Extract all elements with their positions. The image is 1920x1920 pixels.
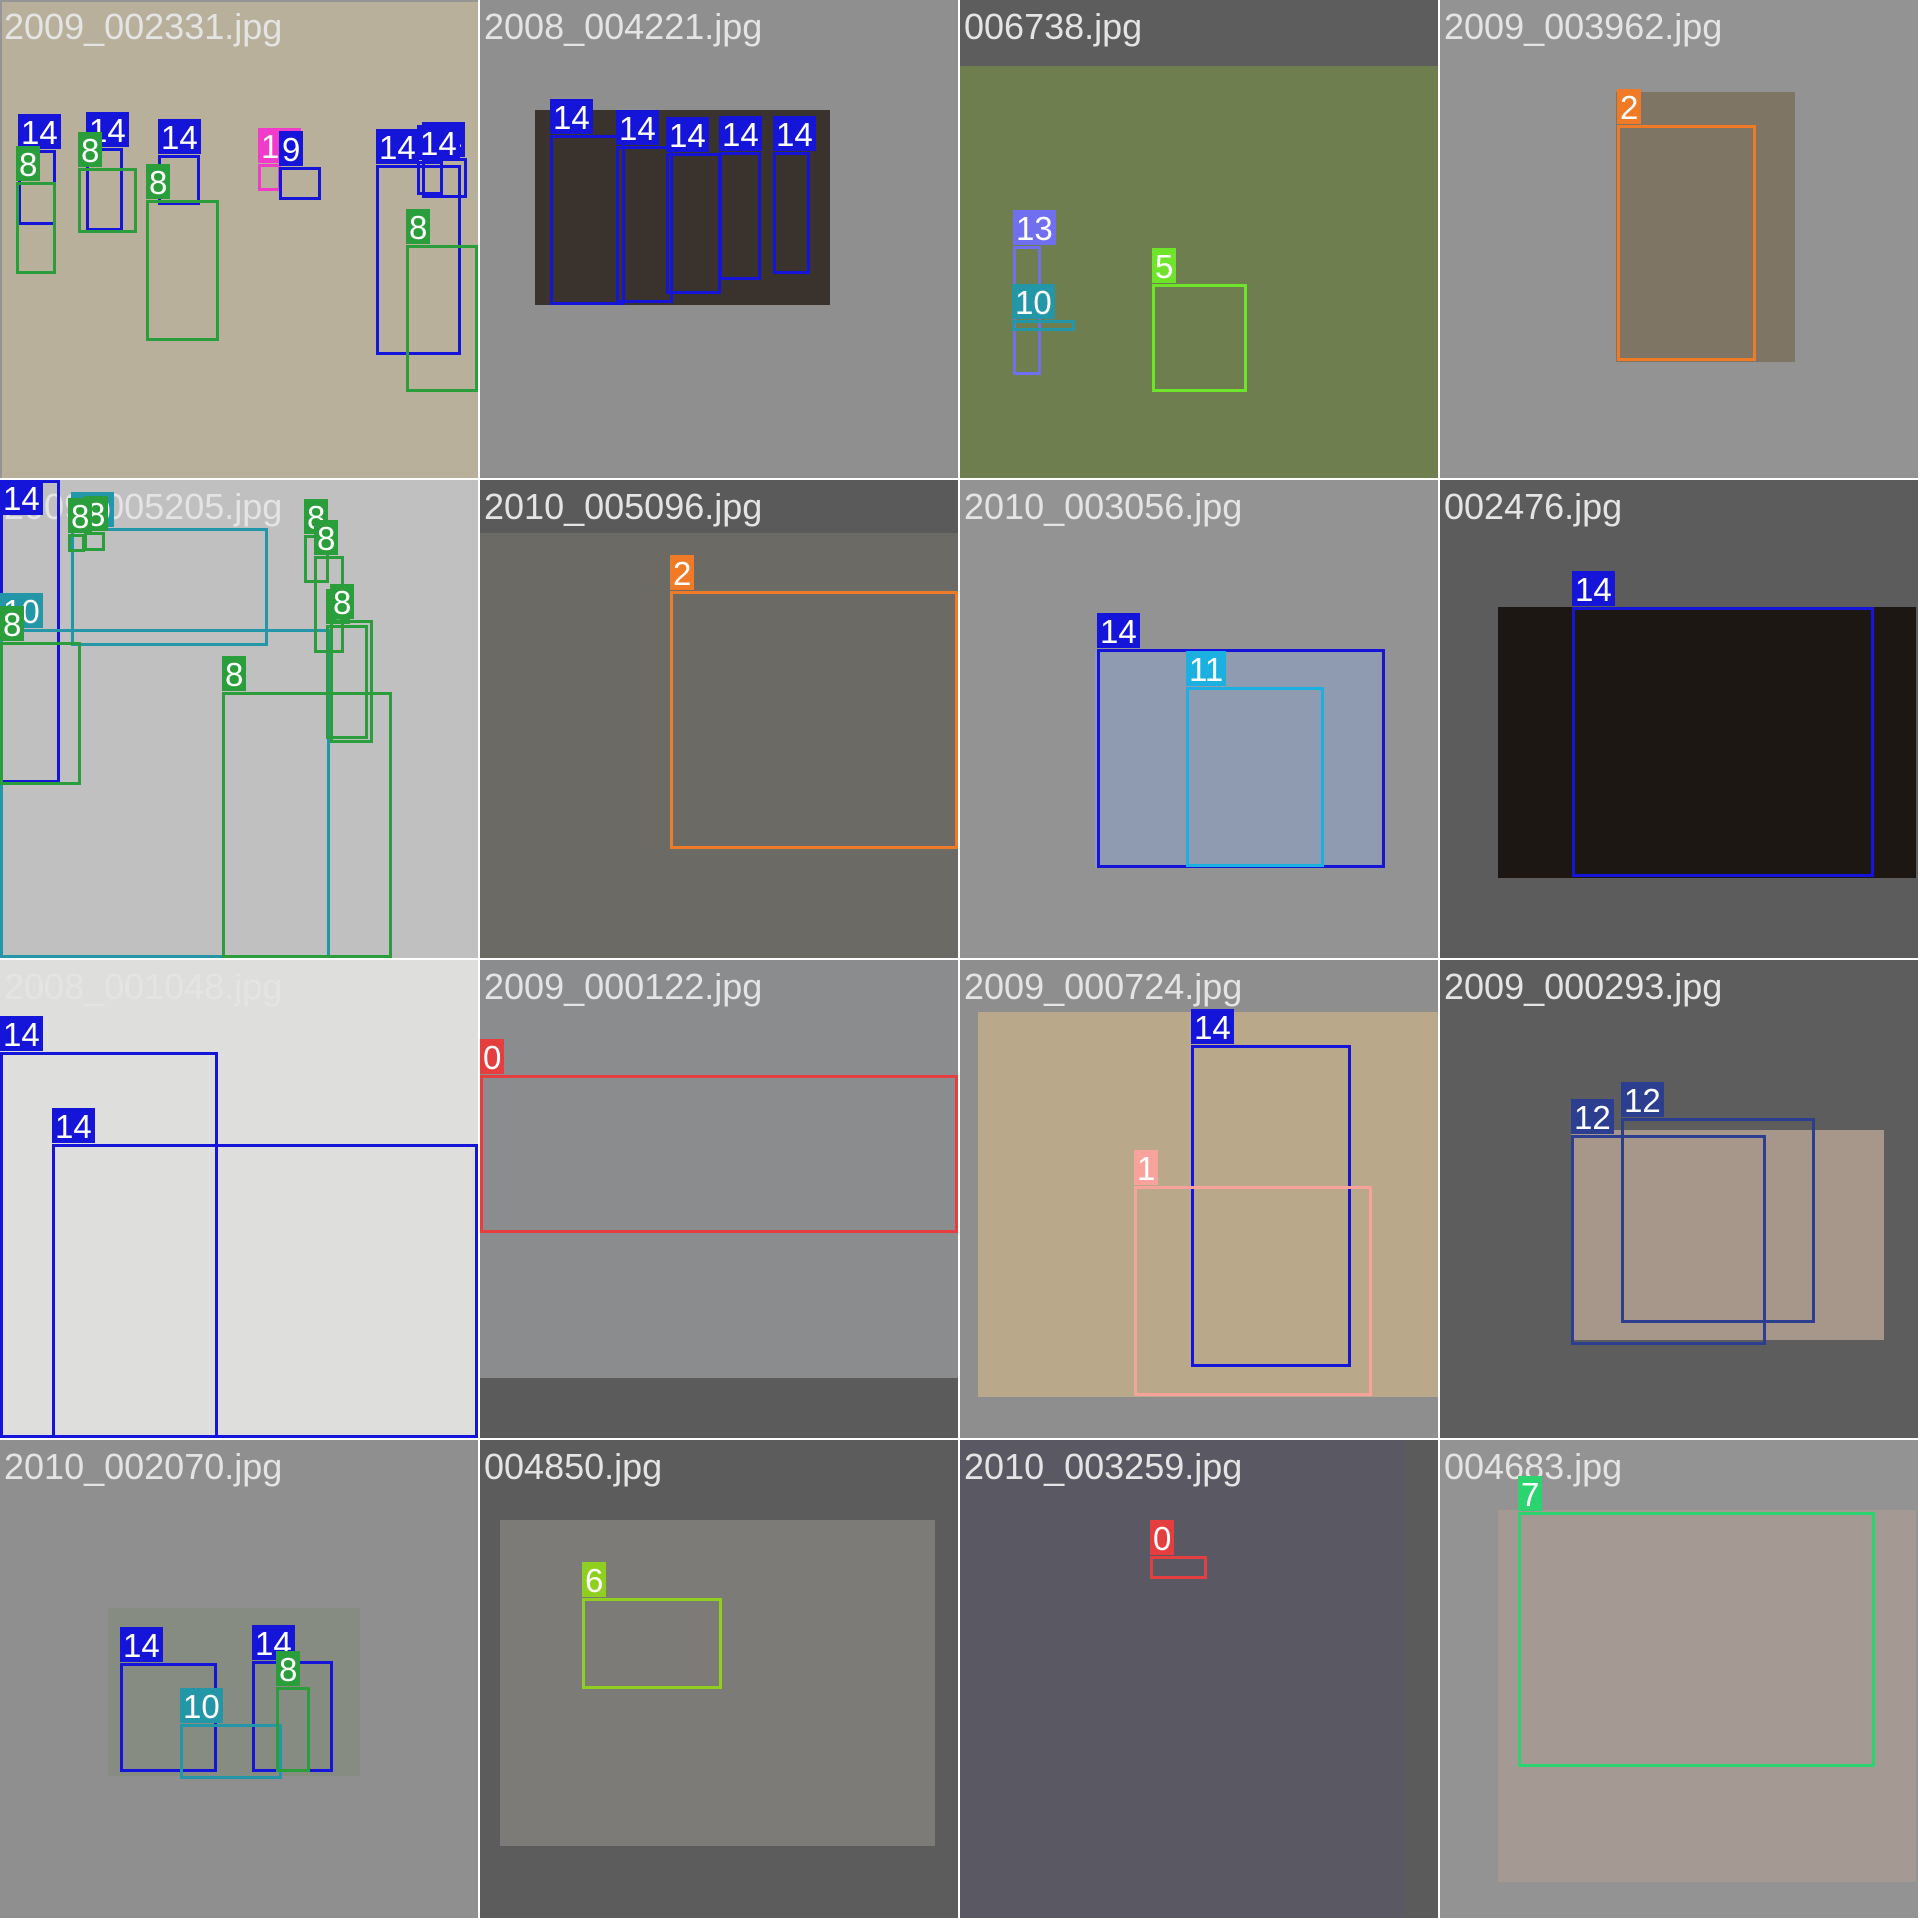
class-label: 14 xyxy=(1097,613,1140,648)
image-tile: 006738.jpg 13 10 5 xyxy=(960,0,1438,478)
class-label: 13 xyxy=(1013,210,1056,245)
bounding-box xyxy=(1152,284,1247,392)
bounding-box xyxy=(550,135,625,305)
bounding-box xyxy=(1134,1186,1372,1396)
class-label: 1 xyxy=(1134,1150,1159,1185)
bounding-box xyxy=(330,620,373,743)
class-label: 0 xyxy=(480,1039,505,1074)
bounding-box xyxy=(52,1144,478,1438)
class-label: 0 xyxy=(1150,1520,1175,1555)
image-filename: 2010_002070.jpg xyxy=(4,1446,283,1487)
class-label: 6 xyxy=(582,1562,607,1597)
image-tile: 002476.jpg 14 xyxy=(1440,480,1918,958)
class-label: 8 xyxy=(330,584,355,619)
photo xyxy=(960,1440,1405,1918)
class-label: 10 xyxy=(1012,284,1055,319)
image-tile: 2009_000293.jpg 12 12 xyxy=(1440,960,1918,1438)
class-label: 14 xyxy=(773,116,816,151)
bounding-box xyxy=(0,642,81,785)
class-label: 5 xyxy=(1152,248,1177,283)
bounding-box xyxy=(146,200,219,341)
image-filename: 2010_003056.jpg xyxy=(964,486,1243,527)
class-label: 8 xyxy=(16,146,41,181)
class-label: 8 xyxy=(0,606,25,641)
class-label: 8 xyxy=(222,656,247,691)
bounding-box xyxy=(279,167,321,200)
class-label: 14 xyxy=(550,99,593,134)
image-tile: 2009_000122.jpg 0 xyxy=(480,960,958,1438)
class-label: 14 xyxy=(120,1627,163,1662)
bounding-box xyxy=(78,168,137,233)
class-label: 14 xyxy=(0,480,43,515)
class-label: 8 xyxy=(68,498,93,533)
image-filename: 2008_004221.jpg xyxy=(484,6,763,47)
bounding-box xyxy=(616,146,673,303)
image-filename: 2010_005096.jpg xyxy=(484,486,763,527)
bounding-box xyxy=(68,534,85,552)
bounding-box xyxy=(1518,1512,1875,1767)
image-filename: 006738.jpg xyxy=(964,6,1143,47)
class-label: 14 xyxy=(666,117,709,152)
image-filename: 002476.jpg xyxy=(1444,486,1623,527)
class-label: 10 xyxy=(180,1688,223,1723)
class-label: 2 xyxy=(670,555,695,590)
image-filename: 2009_000293.jpg xyxy=(1444,966,1723,1007)
bounding-box xyxy=(773,152,810,274)
image-tile: 2010_002070.jpg 14 14 10 8 xyxy=(0,1440,478,1918)
bounding-box xyxy=(480,1075,958,1233)
image-filename: 2009_000724.jpg xyxy=(964,966,1243,1007)
class-label: 2 xyxy=(1617,89,1642,124)
class-label: 8 xyxy=(406,209,431,244)
bounding-box xyxy=(180,1724,282,1779)
class-label: 12 xyxy=(1571,1099,1614,1134)
class-label: 11 xyxy=(1186,651,1227,686)
bounding-box xyxy=(670,591,958,849)
image-tile: 2009_005205.jpg14101088888888 xyxy=(0,480,478,958)
class-label: 8 xyxy=(146,164,171,199)
bounding-box xyxy=(258,164,281,191)
bounding-box xyxy=(719,152,761,280)
detection-mosaic: 2009_002331.jpg14141414141419988882008_0… xyxy=(0,0,1920,1920)
class-label: 9 xyxy=(279,131,304,166)
class-label: 14 xyxy=(0,1016,43,1051)
class-label: 14 xyxy=(376,129,419,164)
image-tile: 2010_005096.jpg 2 xyxy=(480,480,958,958)
bounding-box xyxy=(666,153,721,294)
image-tile: 2009_002331.jpg1414141414141998888 xyxy=(0,0,478,478)
bounding-box xyxy=(276,1687,310,1772)
image-tile: 2009_000724.jpg 14 1 xyxy=(960,960,1438,1438)
class-label: 14 xyxy=(417,125,460,160)
bounding-box xyxy=(1572,607,1874,877)
class-label: 14 xyxy=(158,119,201,154)
bounding-box xyxy=(406,245,478,392)
bounding-box xyxy=(1186,687,1324,867)
image-tile: 2010_003259.jpg 0 xyxy=(960,1440,1438,1918)
bounding-box xyxy=(582,1598,722,1689)
bounding-box xyxy=(16,182,56,274)
class-label: 14 xyxy=(1572,571,1615,606)
image-tile: 2010_003056.jpg 14 11 xyxy=(960,480,1438,958)
class-label: 12 xyxy=(1621,1082,1664,1117)
image-tile: 004683.jpg 7 xyxy=(1440,1440,1918,1918)
bounding-box xyxy=(1617,125,1756,361)
image-tile: 2009_003962.jpg 2 xyxy=(1440,0,1918,478)
class-label: 8 xyxy=(314,520,339,555)
class-label: 7 xyxy=(1518,1476,1543,1511)
bounding-box xyxy=(1621,1118,1815,1323)
class-label: 14 xyxy=(616,110,659,145)
bounding-box xyxy=(1012,320,1075,331)
class-label: 8 xyxy=(78,132,103,167)
class-label: 8 xyxy=(276,1651,301,1686)
class-label: 14 xyxy=(1191,1009,1234,1044)
image-tile: 2008_001048.jpg 14 14 xyxy=(0,960,478,1438)
image-filename: 004850.jpg xyxy=(484,1446,663,1487)
image-tile: 2008_004221.jpg 14 14 14 14 14 xyxy=(480,0,958,478)
bounding-box xyxy=(1150,1556,1207,1579)
class-label: 14 xyxy=(719,116,762,151)
class-label: 14 xyxy=(18,114,61,149)
image-filename: 2009_003962.jpg xyxy=(1444,6,1723,47)
class-label: 14 xyxy=(52,1108,95,1143)
image-tile: 004850.jpg 6 xyxy=(480,1440,958,1918)
bounding-box xyxy=(417,161,443,195)
